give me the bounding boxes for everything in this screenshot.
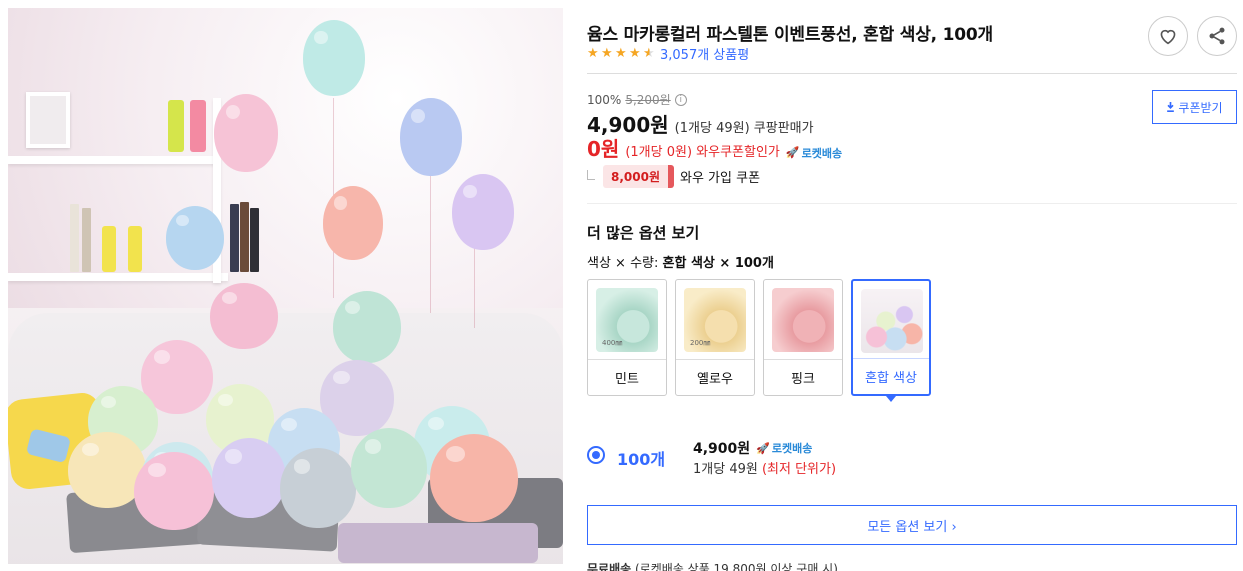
quantity-unit-price: 1개당 49원 (최저 단위가) <box>693 458 836 477</box>
quantity-price-row: 4,900원 🚀 로켓배송 <box>693 438 812 458</box>
product-image[interactable] <box>8 8 563 564</box>
balloon <box>351 428 427 508</box>
discount-rate: 100% <box>587 92 622 107</box>
swatch-yellow[interactable]: 200㎜ 옐로우 <box>675 279 755 396</box>
image-shelf <box>8 273 228 281</box>
image-bottle <box>102 226 116 272</box>
rocket-label: 로켓배송 <box>771 442 813 455</box>
image-photo-frame <box>26 92 70 148</box>
coupon-download-button[interactable]: 쿠폰받기 <box>1152 90 1237 124</box>
join-coupon-badge: 8,000원 <box>603 165 674 188</box>
rocket-label: 로켓배송 <box>801 146 843 160</box>
lowest-unit-note: (최저 단위가) <box>761 462 837 477</box>
balloon <box>210 283 278 349</box>
product-info: 윰스 마카롱컬러 파스텔톤 이벤트풍선, 혼합 색상, 100개 ★ ★ ★ ★… <box>587 0 1237 571</box>
star-icon: ★ <box>601 46 613 61</box>
rocket-icon: 🚀 <box>785 146 800 159</box>
tree-corner <box>587 169 595 180</box>
balloon-string <box>474 248 475 328</box>
rocket-icon: 🚀 <box>756 441 770 455</box>
discount-row: 100% 5,200원 i <box>587 91 687 108</box>
image-bottle <box>128 226 142 272</box>
swatch-label: 핑크 <box>764 359 842 395</box>
swatch-thumbnail <box>861 289 923 353</box>
wow-join-coupon-row: 8,000원 와우 가입 쿠폰 <box>587 165 760 188</box>
swatch-caption: 400㎜ <box>602 339 623 347</box>
divider <box>587 203 1237 204</box>
unit-price-text: 1개당 49원 <box>693 462 758 477</box>
free-shipping-label: 무료배송 <box>587 562 632 571</box>
quantity-price: 4,900원 <box>693 441 751 457</box>
star-icon: ★ <box>615 46 627 61</box>
image-bottle <box>168 100 184 152</box>
wishlist-button[interactable] <box>1148 16 1188 56</box>
product-title: 윰스 마카롱컬러 파스텔톤 이벤트풍선, 혼합 색상, 100개 <box>587 25 993 45</box>
star-icon: ★ <box>587 46 599 61</box>
balloon <box>333 291 401 363</box>
option-summary-prefix: 색상 × 수량: <box>587 256 659 271</box>
image-cloth <box>338 523 538 563</box>
balloon <box>430 434 518 522</box>
quantity-option-row[interactable]: 100개 4,900원 🚀 로켓배송 1개당 49원 (최저 단위가) <box>587 436 1237 482</box>
balloon <box>452 174 514 250</box>
image-bottle <box>190 100 206 152</box>
wow-price: 0원 <box>587 137 620 161</box>
swatch-label: 민트 <box>588 359 666 395</box>
image-book <box>82 208 91 272</box>
rocket-delivery-badge: 🚀 로켓배송 <box>756 440 812 456</box>
download-icon <box>1167 102 1175 112</box>
star-icon: ★ <box>629 46 641 61</box>
rocket-delivery-badge: 🚀 로켓배송 <box>786 145 842 161</box>
rating-stars: ★ ★ ★ ★ ★ <box>587 47 656 60</box>
half-star-icon: ★ <box>643 46 655 61</box>
share-button[interactable] <box>1197 16 1237 56</box>
image-shelf <box>8 156 218 164</box>
swatch-mint[interactable]: 400㎜ 민트 <box>587 279 667 396</box>
share-icon <box>1209 27 1225 45</box>
option-summary-value: 혼합 색상 × 100개 <box>662 256 774 271</box>
swatch-thumbnail <box>772 288 834 352</box>
swatch-label: 혼합 색상 <box>853 358 929 394</box>
image-book <box>240 202 249 272</box>
original-price: 5,200원 <box>625 93 671 107</box>
info-icon[interactable]: i <box>674 93 687 106</box>
wow-price-row: 0원 (1개당 0원) 와우쿠폰할인가 🚀 로켓배송 <box>587 133 842 162</box>
shipping-detail: (로켓배송 상품 19,800원 이상 구매 시) <box>635 562 838 571</box>
option-summary: 색상 × 수량: 혼합 색상 × 100개 <box>587 252 774 271</box>
quantity-label: 100개 <box>617 450 666 469</box>
join-coupon-text: 와우 가입 쿠폰 <box>680 171 761 186</box>
heart-icon <box>1160 29 1176 45</box>
rating-row[interactable]: ★ ★ ★ ★ ★ 3,057개 상품평 <box>587 44 749 63</box>
balloon <box>212 438 286 518</box>
wow-price-unit: (1개당 0원) 와우쿠폰할인가 <box>625 145 780 160</box>
coupon-label: 쿠폰받기 <box>1178 100 1223 115</box>
balloon <box>280 448 356 528</box>
balloon <box>166 206 224 270</box>
balloon <box>214 94 278 172</box>
all-options-button[interactable]: 모든 옵션 보기 › <box>587 505 1237 545</box>
image-book <box>70 204 79 272</box>
image-book <box>230 204 239 272</box>
divider <box>587 73 1237 74</box>
balloon-string <box>430 173 431 313</box>
more-options-heading: 더 많은 옵션 보기 <box>587 224 700 242</box>
balloon <box>303 20 365 96</box>
balloon <box>134 452 214 530</box>
balloon <box>323 186 383 260</box>
review-count-link[interactable]: 3,057개 상품평 <box>660 44 749 63</box>
image-book <box>250 208 259 272</box>
quantity-radio[interactable] <box>587 446 605 464</box>
balloon <box>400 98 462 176</box>
swatch-caption: 200㎜ <box>690 339 711 347</box>
shipping-info: 무료배송 (로켓배송 상품 19,800원 이상 구매 시) <box>587 560 838 571</box>
swatch-label: 옐로우 <box>676 359 754 395</box>
swatch-mixed-selected[interactable]: 혼합 색상 <box>851 279 931 402</box>
color-swatches: 400㎜ 민트 200㎜ 옐로우 핑크 혼합 색상 <box>587 279 931 402</box>
swatch-pink[interactable]: 핑크 <box>763 279 843 396</box>
